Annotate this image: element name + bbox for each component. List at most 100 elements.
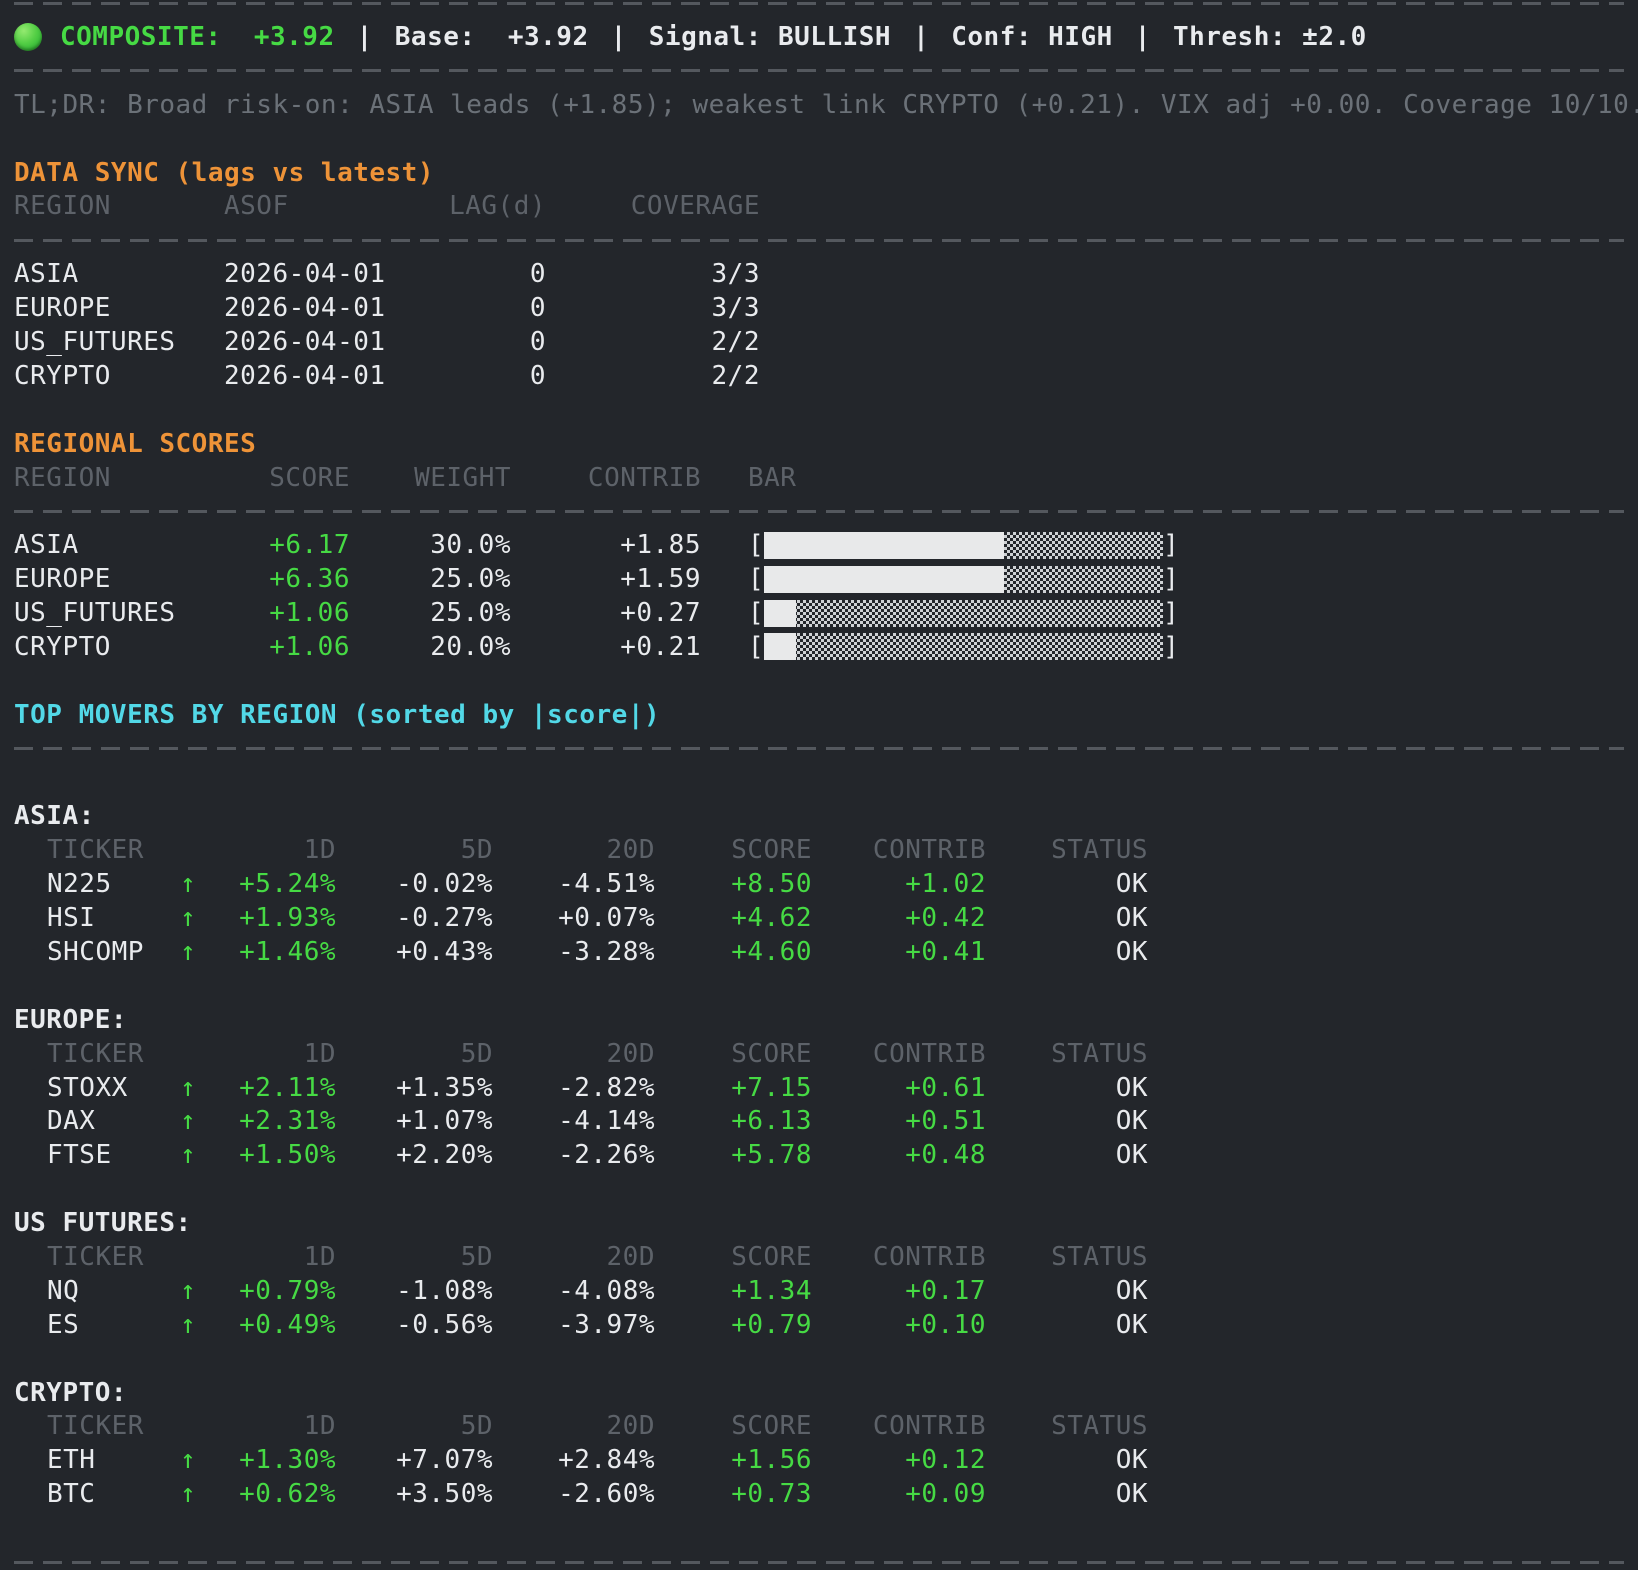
col-5d: 5D bbox=[336, 1039, 493, 1069]
20d-cell: -3.97% bbox=[493, 1310, 655, 1340]
col-score: SCORE bbox=[655, 835, 812, 865]
data-sync-row: EUROPE 2026-04-01 0 3/3 bbox=[14, 291, 1624, 325]
bar-fill bbox=[764, 633, 796, 660]
movers-rows: STOXX ↑ +2.11% +1.35% -2.82% +7.15 +0.61… bbox=[14, 1071, 1624, 1173]
score-bar: [ ] bbox=[748, 530, 1624, 560]
col-20d: 20D bbox=[493, 1039, 655, 1069]
up-arrow-icon: ↑ bbox=[180, 1445, 210, 1475]
score-cell: +0.79 bbox=[655, 1310, 812, 1340]
contrib-cell: +0.10 bbox=[812, 1310, 986, 1340]
weight-cell: 25.0% bbox=[350, 564, 511, 594]
movers-rows: NQ ↑ +0.79% -1.08% -4.08% +1.34 +0.17 OK bbox=[14, 1274, 1624, 1342]
score-cell: +5.78 bbox=[655, 1140, 812, 1170]
weight-cell: 20.0% bbox=[350, 632, 511, 662]
movers-header-row: TICKER 1D 5D 20D SCORE CONTRIB STATUS bbox=[14, 1240, 1624, 1274]
5d-cell: -0.27% bbox=[336, 903, 493, 933]
col-contrib: CONTRIB bbox=[812, 1411, 986, 1441]
tldr-summary: TL;DR: Broad risk-on: ASIA leads (+1.85)… bbox=[14, 88, 1624, 122]
col-score: SCORE bbox=[236, 463, 350, 493]
bar-close-bracket: ] bbox=[1163, 632, 1179, 662]
coverage-cell: 3/3 bbox=[546, 293, 760, 323]
20d-cell: -2.82% bbox=[493, 1073, 655, 1103]
1d-cell: +2.31% bbox=[210, 1106, 336, 1136]
col-contrib: CONTRIB bbox=[812, 835, 986, 865]
col-1d: 1D bbox=[210, 1242, 336, 1272]
composite-header: COMPOSITE: +3.92 | Base: +3.92 | Signal:… bbox=[14, 20, 1624, 54]
data-sync-row: CRYPTO 2026-04-01 0 2/2 bbox=[14, 359, 1624, 393]
ticker-cell: HSI bbox=[14, 903, 180, 933]
5d-cell: +3.50% bbox=[336, 1479, 493, 1509]
regional-score-row: EUROPE +6.36 25.0% +1.59 [ ] bbox=[14, 562, 1624, 596]
score-cell: +0.73 bbox=[655, 1479, 812, 1509]
5d-cell: +1.07% bbox=[336, 1106, 493, 1136]
pipe-separator: | bbox=[1135, 22, 1151, 52]
score-cell: +1.34 bbox=[655, 1276, 812, 1306]
score-bar: [ ] bbox=[748, 564, 1624, 594]
header-divider bbox=[14, 54, 1624, 88]
1d-cell: +1.46% bbox=[210, 937, 336, 967]
bottom-divider bbox=[14, 1545, 1624, 1570]
5d-cell: -0.02% bbox=[336, 869, 493, 899]
5d-cell: +1.35% bbox=[336, 1073, 493, 1103]
lag-cell: 0 bbox=[384, 361, 546, 391]
contrib-cell: +0.27 bbox=[511, 598, 701, 628]
ticker-cell: ETH bbox=[14, 1445, 180, 1475]
blank-line bbox=[14, 1342, 1624, 1376]
contrib-cell: +0.61 bbox=[812, 1073, 986, 1103]
regional-score-row: CRYPTO +1.06 20.0% +0.21 [ ] bbox=[14, 630, 1624, 664]
asof-cell: 2026-04-01 bbox=[224, 327, 384, 357]
top-movers-divider bbox=[14, 732, 1624, 766]
coverage-cell: 2/2 bbox=[546, 327, 760, 357]
bar-open-bracket: [ bbox=[748, 632, 764, 662]
contrib-cell: +0.12 bbox=[812, 1445, 986, 1475]
status-cell: OK bbox=[986, 903, 1148, 933]
1d-cell: +5.24% bbox=[210, 869, 336, 899]
movers-section: CRYPTO: TICKER 1D 5D 20D SCORE CONTRIB S… bbox=[14, 1376, 1624, 1545]
weight-cell: 25.0% bbox=[350, 598, 511, 628]
contrib-cell: +0.51 bbox=[812, 1106, 986, 1136]
status-cell: OK bbox=[986, 1073, 1148, 1103]
up-arrow-icon: ↑ bbox=[180, 937, 210, 967]
region-cell: ASIA bbox=[14, 259, 224, 289]
pipe-separator: | bbox=[357, 22, 373, 52]
col-status: STATUS bbox=[986, 1242, 1148, 1272]
mover-row: ES ↑ +0.49% -0.56% -3.97% +0.79 +0.10 OK bbox=[14, 1308, 1624, 1342]
data-sync-divider bbox=[14, 223, 1624, 257]
movers-section-name: US FUTURES: bbox=[14, 1206, 1624, 1240]
5d-cell: +2.20% bbox=[336, 1140, 493, 1170]
dashed-rule bbox=[14, 2, 1624, 5]
status-cell: OK bbox=[986, 937, 1148, 967]
lag-cell: 0 bbox=[384, 293, 546, 323]
region-cell: EUROPE bbox=[14, 293, 224, 323]
mover-row: SHCOMP ↑ +1.46% +0.43% -3.28% +4.60 +0.4… bbox=[14, 935, 1624, 969]
header-segment: | Thresh: ±2.0 bbox=[1113, 22, 1367, 52]
region-cell: CRYPTO bbox=[14, 632, 236, 662]
score-bar: [ ] bbox=[748, 598, 1624, 628]
score-cell: +6.36 bbox=[236, 564, 350, 594]
header-segment-text: Thresh: ±2.0 bbox=[1173, 22, 1367, 52]
blank-line bbox=[14, 393, 1624, 427]
bar-open-bracket: [ bbox=[748, 530, 764, 560]
header-segment: | Base: +3.92 bbox=[335, 22, 589, 52]
data-sync-row: US_FUTURES 2026-04-01 0 2/2 bbox=[14, 325, 1624, 359]
1d-cell: +1.50% bbox=[210, 1140, 336, 1170]
terminal-screen: COMPOSITE: +3.92 | Base: +3.92 | Signal:… bbox=[0, 0, 1638, 1570]
weight-cell: 30.0% bbox=[350, 530, 511, 560]
region-cell: ASIA bbox=[14, 530, 236, 560]
blank-line bbox=[14, 664, 1624, 698]
bar-track bbox=[764, 532, 1163, 559]
header-segment-text: Base: +3.92 bbox=[395, 22, 589, 52]
20d-cell: -2.60% bbox=[493, 1479, 655, 1509]
col-ticker: TICKER bbox=[14, 1242, 180, 1272]
bar-fill bbox=[764, 600, 796, 627]
bar-open-bracket: [ bbox=[748, 598, 764, 628]
lag-cell: 0 bbox=[384, 259, 546, 289]
regional-score-row: US_FUTURES +1.06 25.0% +0.27 [ ] bbox=[14, 596, 1624, 630]
col-5d: 5D bbox=[336, 1411, 493, 1441]
movers-section: US FUTURES: TICKER 1D 5D 20D SCORE CONTR… bbox=[14, 1206, 1624, 1375]
bar-close-bracket: ] bbox=[1163, 530, 1179, 560]
pipe-separator: | bbox=[913, 22, 929, 52]
up-arrow-icon: ↑ bbox=[180, 1106, 210, 1136]
top-movers-title: TOP MOVERS BY REGION (sorted by |score|) bbox=[14, 698, 1624, 732]
col-coverage: COVERAGE bbox=[546, 191, 760, 221]
